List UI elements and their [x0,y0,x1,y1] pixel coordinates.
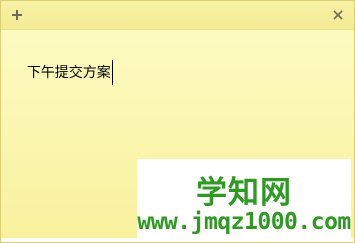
title-bar[interactable] [1,1,354,30]
watermark: 学知网 www.jmqz1000.com [137,159,351,241]
sticky-note-window: 下午提交方案 学知网 www.jmqz1000.com [0,0,355,243]
bottom-edge [1,238,354,242]
close-note-button[interactable] [330,7,346,23]
close-icon [333,10,343,20]
watermark-title: 学知网 [196,175,292,211]
plus-icon [12,10,22,20]
note-text: 下午提交方案 [26,65,111,81]
add-note-button[interactable] [9,7,25,23]
watermark-url: www.jmqz1000.com [137,209,351,235]
text-cursor [111,60,113,85]
